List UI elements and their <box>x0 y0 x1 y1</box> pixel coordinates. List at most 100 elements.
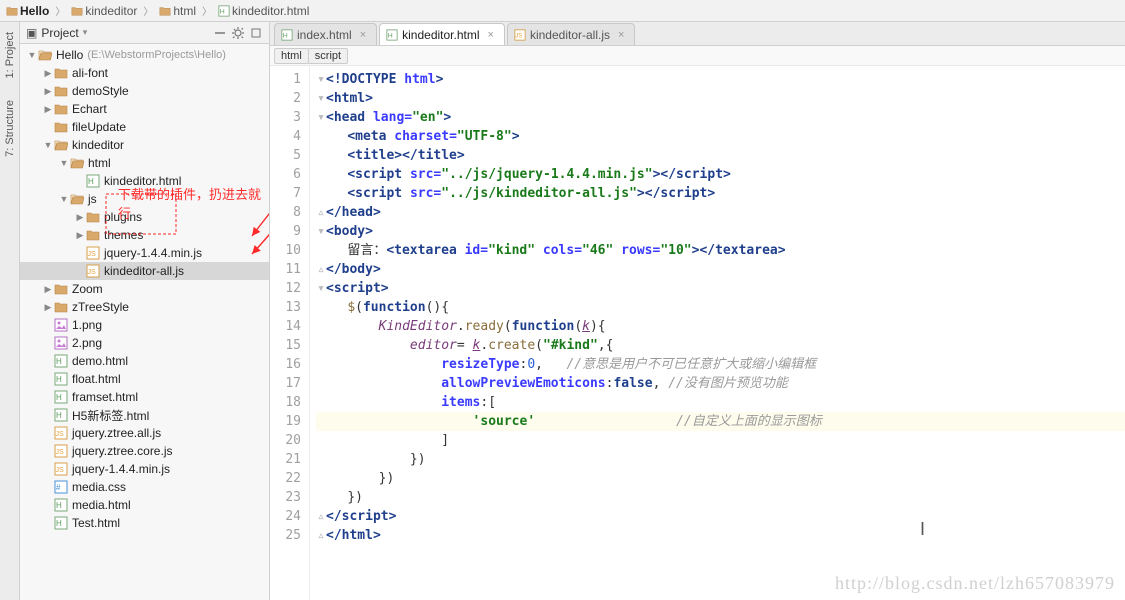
tree-arrow-down-icon[interactable]: ▼ <box>42 140 54 150</box>
code-editor[interactable]: ▾<!DOCTYPE html>▾<html>▾<head lang="en">… <box>310 66 1125 600</box>
tree-item[interactable]: Test.html <box>20 514 269 532</box>
tree-arrow-right-icon[interactable]: ▶ <box>42 302 54 313</box>
gutter-line: 13 <box>270 298 301 317</box>
code-line[interactable]: 'source' //自定义上面的显示图标 <box>316 412 1125 431</box>
tree-arrow-down-icon[interactable]: ▼ <box>58 194 70 204</box>
tree-item[interactable]: jquery-1.4.4.min.js <box>20 244 269 262</box>
tree-item-label: themes <box>104 228 143 242</box>
breadcrumb-item[interactable]: kindeditor <box>71 4 137 18</box>
code-line[interactable]: ▾<head lang="en"> <box>316 108 1125 127</box>
tree-arrow-right-icon[interactable]: ▶ <box>42 86 54 97</box>
tree-arrow-right-icon[interactable]: ▶ <box>74 212 86 223</box>
editor-sub-breadcrumb: htmlscript <box>270 46 1125 66</box>
tree-item[interactable]: demo.html <box>20 352 269 370</box>
tree-arrow-down-icon[interactable]: ▼ <box>58 158 70 168</box>
tree-arrow-right-icon[interactable]: ▶ <box>42 68 54 79</box>
tree-item[interactable]: ▼Hello(E:\WebstormProjects\Hello) <box>20 46 269 64</box>
tree-item-label: Hello <box>56 48 83 62</box>
tree-arrow-down-icon[interactable]: ▼ <box>26 50 38 60</box>
tree-item[interactable]: fileUpdate <box>20 118 269 136</box>
tree-arrow-right-icon[interactable]: ▶ <box>74 230 86 241</box>
tree-item[interactable]: 1.png <box>20 316 269 334</box>
code-line[interactable]: ▵</head> <box>316 203 1125 222</box>
tree-item[interactable]: kindeditor.html <box>20 172 269 190</box>
breadcrumb-item[interactable]: html <box>159 4 196 18</box>
breadcrumb-item[interactable]: kindeditor.html <box>218 4 309 18</box>
code-line[interactable]: ▾<body> <box>316 222 1125 241</box>
tree-item[interactable]: ▶zTreeStyle <box>20 298 269 316</box>
code-line[interactable]: allowPreviewEmoticons:false, //没有图片预览功能 <box>316 374 1125 393</box>
tool-tab-project[interactable]: 1: Project <box>2 26 18 84</box>
close-icon[interactable]: × <box>618 29 624 41</box>
tree-item[interactable]: ▶ali-font <box>20 64 269 82</box>
tree-item[interactable]: ▼html <box>20 154 269 172</box>
code-line[interactable]: ▵</html> <box>316 526 1125 545</box>
editor-tab[interactable]: index.html× <box>274 23 377 45</box>
tree-item[interactable]: jquery.ztree.all.js <box>20 424 269 442</box>
tree-item[interactable]: ▼js <box>20 190 269 208</box>
gutter-line: 7 <box>270 184 301 203</box>
code-line[interactable]: }) <box>316 450 1125 469</box>
tree-item[interactable]: framset.html <box>20 388 269 406</box>
project-tree[interactable]: 下载带的插件，扔进去就行 ▼Hello(E:\WebstormProjects\… <box>20 44 269 600</box>
code-line[interactable]: }) <box>316 488 1125 507</box>
code-line[interactable]: resizeType:0, //意思是用户不可已任意扩大或缩小编辑框 <box>316 355 1125 374</box>
tree-item[interactable]: ▶ themes <box>20 226 269 244</box>
tree-item[interactable]: ▶demoStyle <box>20 82 269 100</box>
tree-item[interactable]: H5新标签.html <box>20 406 269 424</box>
code-line[interactable]: KindEditor.ready(function(k){ <box>316 317 1125 336</box>
autoscroll-icon[interactable] <box>213 26 227 40</box>
code-line[interactable]: $(function(){ <box>316 298 1125 317</box>
js-icon <box>86 264 100 278</box>
js-icon <box>54 426 68 440</box>
html-icon <box>218 5 230 17</box>
tree-arrow-right-icon[interactable]: ▶ <box>42 284 54 295</box>
tool-tab-structure[interactable]: 7: Structure <box>2 94 18 163</box>
editor-tab[interactable]: kindeditor-all.js× <box>507 23 635 45</box>
close-icon[interactable]: × <box>488 29 494 41</box>
gutter-line: 2 <box>270 89 301 108</box>
tree-item[interactable]: jquery-1.4.4.min.js <box>20 460 269 478</box>
code-line[interactable]: ▾<script> <box>316 279 1125 298</box>
breadcrumb-item[interactable]: Hello <box>6 4 49 18</box>
tree-item[interactable]: float.html <box>20 370 269 388</box>
tree-item[interactable]: ▶plugins <box>20 208 269 226</box>
gutter-line: 3 <box>270 108 301 127</box>
tree-item[interactable]: media.html <box>20 496 269 514</box>
tree-item[interactable]: ▶Zoom <box>20 280 269 298</box>
project-view-combo[interactable]: ▣ <box>26 26 37 40</box>
code-line[interactable]: ] <box>316 431 1125 450</box>
structure-crumb[interactable]: script <box>308 48 348 64</box>
code-line[interactable]: <meta charset="UTF-8"> <box>316 127 1125 146</box>
tree-item[interactable]: kindeditor-all.js <box>20 262 269 280</box>
tree-item[interactable]: ▶Echart <box>20 100 269 118</box>
code-line[interactable]: ▵</body> <box>316 260 1125 279</box>
tree-item-label: demo.html <box>72 354 128 368</box>
code-line[interactable]: ▵</script> <box>316 507 1125 526</box>
code-line[interactable]: ▾<!DOCTYPE html> <box>316 70 1125 89</box>
folder-icon <box>54 138 68 152</box>
structure-crumb[interactable]: html <box>274 48 309 64</box>
code-line[interactable]: 留言：<textarea id="kind" cols="46" rows="1… <box>316 241 1125 260</box>
code-line[interactable]: }) <box>316 469 1125 488</box>
code-line[interactable]: <script src="../js/kindeditor-all.js"></… <box>316 184 1125 203</box>
hide-icon[interactable] <box>249 26 263 40</box>
tree-item-label: jquery.ztree.all.js <box>72 426 161 440</box>
editor-tab[interactable]: kindeditor.html× <box>379 23 505 45</box>
code-line[interactable]: <title></title> <box>316 146 1125 165</box>
gear-icon[interactable] <box>231 26 245 40</box>
close-icon[interactable]: × <box>360 29 366 41</box>
tree-item[interactable]: media.css <box>20 478 269 496</box>
tree-item[interactable]: 2.png <box>20 334 269 352</box>
gutter-line: 14 <box>270 317 301 336</box>
tree-item[interactable]: ▼kindeditor <box>20 136 269 154</box>
tree-item-label: media.css <box>72 480 126 494</box>
code-line[interactable]: ▾<html> <box>316 89 1125 108</box>
code-line[interactable]: <script src="../js/jquery-1.4.4.min.js">… <box>316 165 1125 184</box>
code-line[interactable]: items:[ <box>316 393 1125 412</box>
tree-arrow-right-icon[interactable]: ▶ <box>42 104 54 115</box>
code-line[interactable]: editor= k.create("#kind",{ <box>316 336 1125 355</box>
tree-item-label: jquery.ztree.core.js <box>72 444 172 458</box>
html-icon <box>54 498 68 512</box>
tree-item[interactable]: jquery.ztree.core.js <box>20 442 269 460</box>
